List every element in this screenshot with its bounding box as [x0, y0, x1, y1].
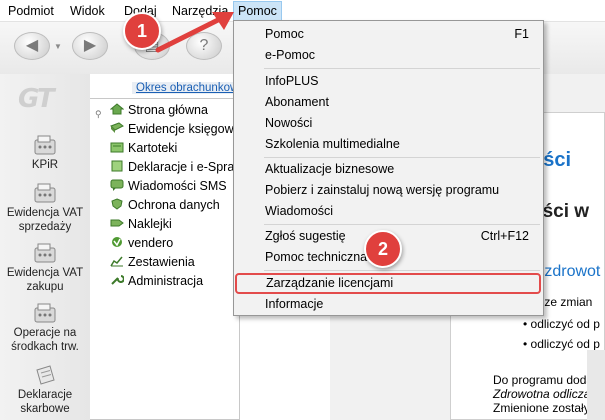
sidebar-item-vat-purchase[interactable]: Ewidencja VAT zakupu: [0, 242, 90, 294]
menu-item-e-help[interactable]: e-Pomoc: [234, 45, 543, 66]
forward-icon[interactable]: ▶: [72, 32, 108, 60]
menu-item-training[interactable]: Szkolenia multimedialne: [234, 134, 543, 155]
menu-pomoc[interactable]: Pomoc: [233, 1, 282, 21]
navigation-tree: ⚲ Strona główna Ewidencje księgowe Karto…: [90, 98, 287, 420]
calculator-icon: [34, 243, 56, 263]
chart-icon: [110, 256, 123, 267]
app-logo: GT: [18, 84, 55, 114]
wrench-icon: [111, 275, 124, 285]
vendero-icon: [112, 237, 122, 247]
step-1-badge: 1: [123, 12, 161, 50]
content-text: Do programu dodan: [493, 373, 600, 387]
back-icon[interactable]: ◀: [14, 32, 50, 60]
menu-widok[interactable]: Widok: [68, 3, 107, 19]
shield-icon: [111, 198, 123, 210]
menu-separator: [264, 224, 540, 225]
menu-item-infoplus[interactable]: InfoPLUS: [234, 71, 543, 92]
list-item: • odliczyć od p: [523, 337, 600, 351]
sidebar-item-label: Deklaracje skarbowe: [17, 389, 73, 415]
menu-item-messages[interactable]: Wiadomości: [234, 201, 543, 222]
step-2-badge: 2: [364, 230, 402, 268]
menu-separator: [264, 68, 540, 69]
tree-item-home[interactable]: Strona główna: [110, 101, 208, 120]
tree-item-administration[interactable]: Administracja: [110, 272, 203, 291]
document-icon: [36, 365, 55, 385]
period-link[interactable]: Okres obrachunkowy: [132, 82, 249, 94]
menu-item-subscription[interactable]: Abonament: [234, 92, 543, 113]
menu-separator: [264, 157, 540, 158]
sidebar-item-fixed-assets[interactable]: Operacje na środkach trw.: [0, 302, 90, 354]
list-item: • odliczyć od p: [523, 317, 600, 331]
menu-item-download-new-version[interactable]: Pobierz i zainstaluj nową wersję program…: [234, 180, 543, 201]
sidebar-item-label: Ewidencja VAT zakupu: [6, 267, 84, 293]
home-icon: [110, 103, 124, 115]
menu-item-news[interactable]: Nowości: [234, 113, 543, 134]
menu-item-business-updates[interactable]: Aktualizacje biznesowe: [234, 159, 543, 180]
shortcut-label: F1: [514, 27, 529, 41]
menu-item-help[interactable]: Pomoc F1: [234, 24, 543, 45]
menu-item-about[interactable]: Informacje: [234, 294, 543, 315]
tree-item-vendero[interactable]: vendero: [110, 234, 173, 253]
sms-icon: [110, 179, 124, 191]
tree-item-accounting-records[interactable]: Ewidencje księgowe: [110, 120, 241, 139]
tree-item-cards[interactable]: Kartoteki: [110, 139, 177, 158]
sidebar-item-tax-declarations[interactable]: Deklaracje skarbowe: [0, 364, 90, 416]
scrollbar[interactable]: [587, 350, 605, 420]
sidebar-item-label: Operacje na środkach trw.: [11, 327, 79, 353]
calculator-icon: [34, 303, 56, 323]
sidebar-item-label: KPiR: [31, 159, 59, 171]
left-sidebar: GT KPiR Ewidencja VAT sprzedaży Ewidencj…: [0, 74, 90, 420]
shortcut-label: Ctrl+F12: [480, 229, 529, 243]
menu-bar: Podmiot Widok Dodaj Narzędzia Pomoc: [0, 0, 605, 22]
calculator-icon: [34, 135, 56, 155]
document-icon: [111, 160, 123, 172]
tree-item-data-protection[interactable]: Ochrona danych: [110, 196, 220, 215]
tree-item-sms[interactable]: Wiadomości SMS: [110, 177, 227, 196]
sidebar-item-kpir[interactable]: KPiR: [0, 134, 90, 172]
help-menu-dropdown: Pomoc F1 e-Pomoc InfoPLUS Abonament Nowoś…: [233, 20, 544, 316]
menu-podmiot[interactable]: Podmiot: [6, 3, 56, 19]
label-icon: [110, 219, 124, 227]
sidebar-item-label: Ewidencja VAT sprzedaży: [6, 207, 84, 233]
sidebar-item-vat-sales[interactable]: Ewidencja VAT sprzedaży: [0, 182, 90, 234]
calculator-icon: [34, 183, 56, 203]
menu-separator: [264, 270, 540, 271]
annotation-arrow: [155, 12, 234, 53]
tree-item-labels[interactable]: Naklejki: [110, 215, 172, 234]
pin-icon[interactable]: ⚲: [95, 109, 102, 120]
chevron-down-icon[interactable]: ▼: [54, 42, 62, 51]
card-file-icon: [110, 142, 124, 153]
book-icon: [110, 122, 124, 133]
content-text: Zmienione zostały n: [493, 401, 600, 415]
tree-item-reports[interactable]: Zestawienia: [110, 253, 195, 272]
menu-item-license-management[interactable]: Zarządzanie licencjami: [235, 273, 541, 294]
